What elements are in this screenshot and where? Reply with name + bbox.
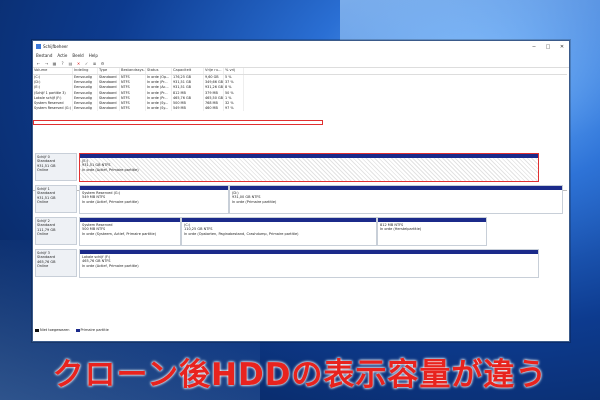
disk-row: Schijf 2 Standaard 111,79 GB Online Syst… [33, 217, 567, 247]
disk-label[interactable]: Schijf 3 Standaard 465,76 GB Online [35, 249, 77, 277]
col-layout[interactable]: Indeling [73, 68, 98, 74]
disk-map: Schijf 0 Standaard 931,51 GB Online (E:)… [33, 153, 567, 333]
partition-status: In orde (Opstarten, Paginabestand, Crash… [184, 231, 299, 236]
col-free[interactable]: Vrije ru... [204, 68, 224, 74]
table-cell: Eenvoudig [73, 106, 98, 112]
partition-status: In orde (Systeem, Actief, Primaire parti… [82, 231, 157, 236]
partition-status: In orde (Actief, Primaire partitie) [82, 167, 139, 172]
table-cell: 460 MB [204, 106, 224, 112]
menu-view[interactable]: Beeld [72, 53, 83, 58]
partition-status: In orde (Herstelpartitie) [380, 227, 422, 232]
help-icon[interactable]: ? [60, 61, 65, 66]
legend-primary: Primaire partitie [75, 328, 109, 332]
title-bar: Schijfbeheer ─ □ ✕ [33, 41, 569, 52]
grid-icon[interactable]: ▦ [52, 61, 57, 66]
partition[interactable]: Lokale schijf (F:) 465,76 GB NTFS In ord… [79, 249, 539, 278]
window-title: Schijfbeheer [43, 44, 69, 49]
partition[interactable]: (C:) 110,25 GB NTFS In orde (Opstarten, … [181, 217, 377, 246]
disk-label[interactable]: Schijf 0 Standaard 931,51 GB Online [35, 153, 77, 181]
table-cell: System Reserved (G:) [34, 106, 73, 112]
partition[interactable]: (D:) 931,00 GB NTFS In orde (Primaire pa… [229, 185, 563, 214]
partition-status: In orde (Actief, Primaire partitie) [82, 199, 139, 204]
partition[interactable]: System Reserved 500 MB NTFS In orde (Sys… [79, 217, 181, 246]
col-status[interactable]: Status [146, 68, 172, 74]
disk-management-window: Schijfbeheer ─ □ ✕ Bestand Actie Beeld H… [32, 40, 570, 342]
partition-status: In orde (Primaire partitie) [232, 199, 277, 204]
delete-icon[interactable]: ✕ [76, 61, 81, 66]
close-icon[interactable]: ✕ [555, 44, 569, 50]
col-percent-free[interactable]: % vrij [224, 68, 244, 74]
check-icon[interactable]: ✓ [84, 61, 89, 66]
partition[interactable]: (E:) 931,51 GB NTFS In orde (Actief, Pri… [79, 153, 539, 182]
disk-status: Online [37, 232, 49, 237]
toolbar: ← → ▦ ? ▤ ✕ ✓ ≣ ⚙ [33, 59, 569, 68]
table-row[interactable]: System Reserved (G:) Eenvoudig Standaard NT… [33, 106, 567, 112]
table-cell: NTFS [120, 106, 146, 112]
disk-status: Online [37, 200, 49, 205]
forward-icon[interactable]: → [44, 61, 49, 66]
partition-status: In orde (Actief, Primaire partitie) [82, 263, 139, 268]
disk-row: Schijf 1 Standaard 931,51 GB Online Syst… [33, 185, 567, 215]
disk-status: Online [37, 264, 49, 269]
col-type[interactable]: Type [98, 68, 120, 74]
disk-label[interactable]: Schijf 1 Standaard 931,51 GB Online [35, 185, 77, 213]
menu-file[interactable]: Bestand [36, 53, 52, 58]
col-filesystem[interactable]: Bestandssys... [120, 68, 146, 74]
app-icon [36, 44, 41, 49]
disk-row: Schijf 3 Standaard 465,76 GB Online Loka… [33, 249, 567, 279]
disk-row: Schijf 0 Standaard 931,51 GB Online (E:)… [33, 153, 567, 183]
table-cell: Standaard [98, 106, 120, 112]
list-icon[interactable]: ≣ [92, 61, 97, 66]
disk-status: Online [37, 168, 49, 173]
settings-icon[interactable]: ⚙ [100, 61, 105, 66]
selected-row-highlight [33, 120, 323, 125]
partition[interactable]: System Reserved (G:) 549 MB NTFS In orde… [79, 185, 229, 214]
caption-banner: クローン後HDDの表示容量が違う [52, 356, 548, 393]
legend-unallocated: Niet toegewezen [35, 328, 70, 332]
volume-list-header: Volume Indeling Type Bestandssys... Stat… [33, 68, 567, 75]
partition[interactable]: 812 MB NTFS In orde (Herstelpartitie) [377, 217, 487, 246]
menu-bar: Bestand Actie Beeld Help [33, 52, 569, 59]
properties-icon[interactable]: ▤ [68, 61, 73, 66]
menu-help[interactable]: Help [89, 53, 98, 58]
maximize-icon[interactable]: □ [541, 44, 555, 50]
table-cell: 549 MB [172, 106, 204, 112]
table-cell: 97 % [224, 106, 244, 112]
table-cell: In orde (Sy... [146, 106, 172, 112]
back-icon[interactable]: ← [36, 61, 41, 66]
menu-action[interactable]: Actie [57, 53, 67, 58]
col-volume[interactable]: Volume [33, 68, 73, 74]
legend: Niet toegewezen Primaire partitie [35, 328, 109, 332]
col-capacity[interactable]: Capaciteit [172, 68, 204, 74]
minimize-icon[interactable]: ─ [527, 44, 541, 50]
disk-label[interactable]: Schijf 2 Standaard 111,79 GB Online [35, 217, 77, 245]
